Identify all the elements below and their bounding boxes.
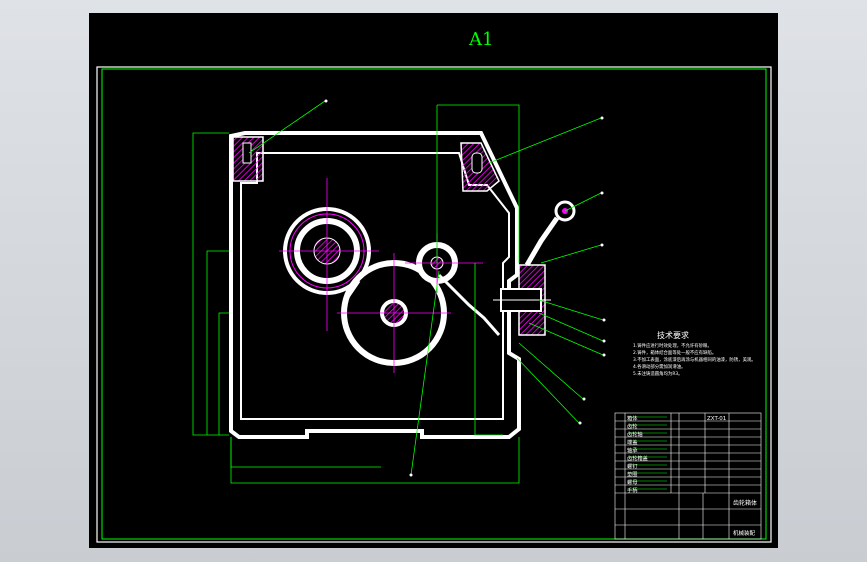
drawing-code: ZXT-01 bbox=[707, 416, 726, 422]
bom-row-7: 垫圈 bbox=[627, 470, 637, 478]
bom-row-6: 螺钉 bbox=[627, 462, 637, 470]
bom-row-9: 手柄 bbox=[627, 486, 637, 494]
bom-row-5: 齿轮箱盖 bbox=[627, 454, 648, 462]
lever-assembly bbox=[493, 200, 576, 336]
bom-row-4: 轴承 bbox=[627, 446, 638, 454]
tech-req-title: 技术要求 bbox=[657, 330, 689, 340]
drawing-canvas: 箱体 齿轮 齿轮轴 端盖 轴承 齿轮箱盖 螺钉 垫圈 螺母 手柄 ZXT-01 … bbox=[96, 66, 772, 543]
tech-req-item-1: 1.铸件应进行时效处理，不允许有砂眼。 bbox=[633, 342, 712, 349]
tech-req-item-4: 4.各滑动部分需加润滑油。 bbox=[633, 363, 686, 370]
bom-row-0: 箱体 bbox=[627, 414, 638, 422]
drawing-unit: 机械装配 bbox=[733, 529, 756, 537]
cad-viewport[interactable]: A1 箱体 齿轮 齿轮轴 端盖 轴承 齿轮箱盖 螺钉 垫圈 螺母 手柄 ZXT-… bbox=[0, 0, 867, 562]
tech-req-item-3: 3.不加工表面，涂底漆后再涂与机器相同的油漆，防锈，美观。 bbox=[633, 356, 756, 363]
bom-row-2: 齿轮轴 bbox=[627, 430, 643, 438]
bom-row-1: 齿轮 bbox=[627, 422, 637, 430]
bom-row-8: 螺母 bbox=[627, 478, 637, 486]
drawing-sheet: A1 箱体 齿轮 齿轮轴 端盖 轴承 齿轮箱盖 螺钉 垫圈 螺母 手柄 ZXT-… bbox=[89, 13, 778, 548]
drawing-name: 齿轮箱体 bbox=[733, 499, 757, 507]
tech-req-item-5: 5.未注铸造圆角均为R3。 bbox=[633, 370, 683, 377]
tech-req-item-2: 2.铸件，箱体结合面等处一般不应有缺陷。 bbox=[633, 349, 716, 356]
bom-row-3: 端盖 bbox=[627, 438, 637, 446]
